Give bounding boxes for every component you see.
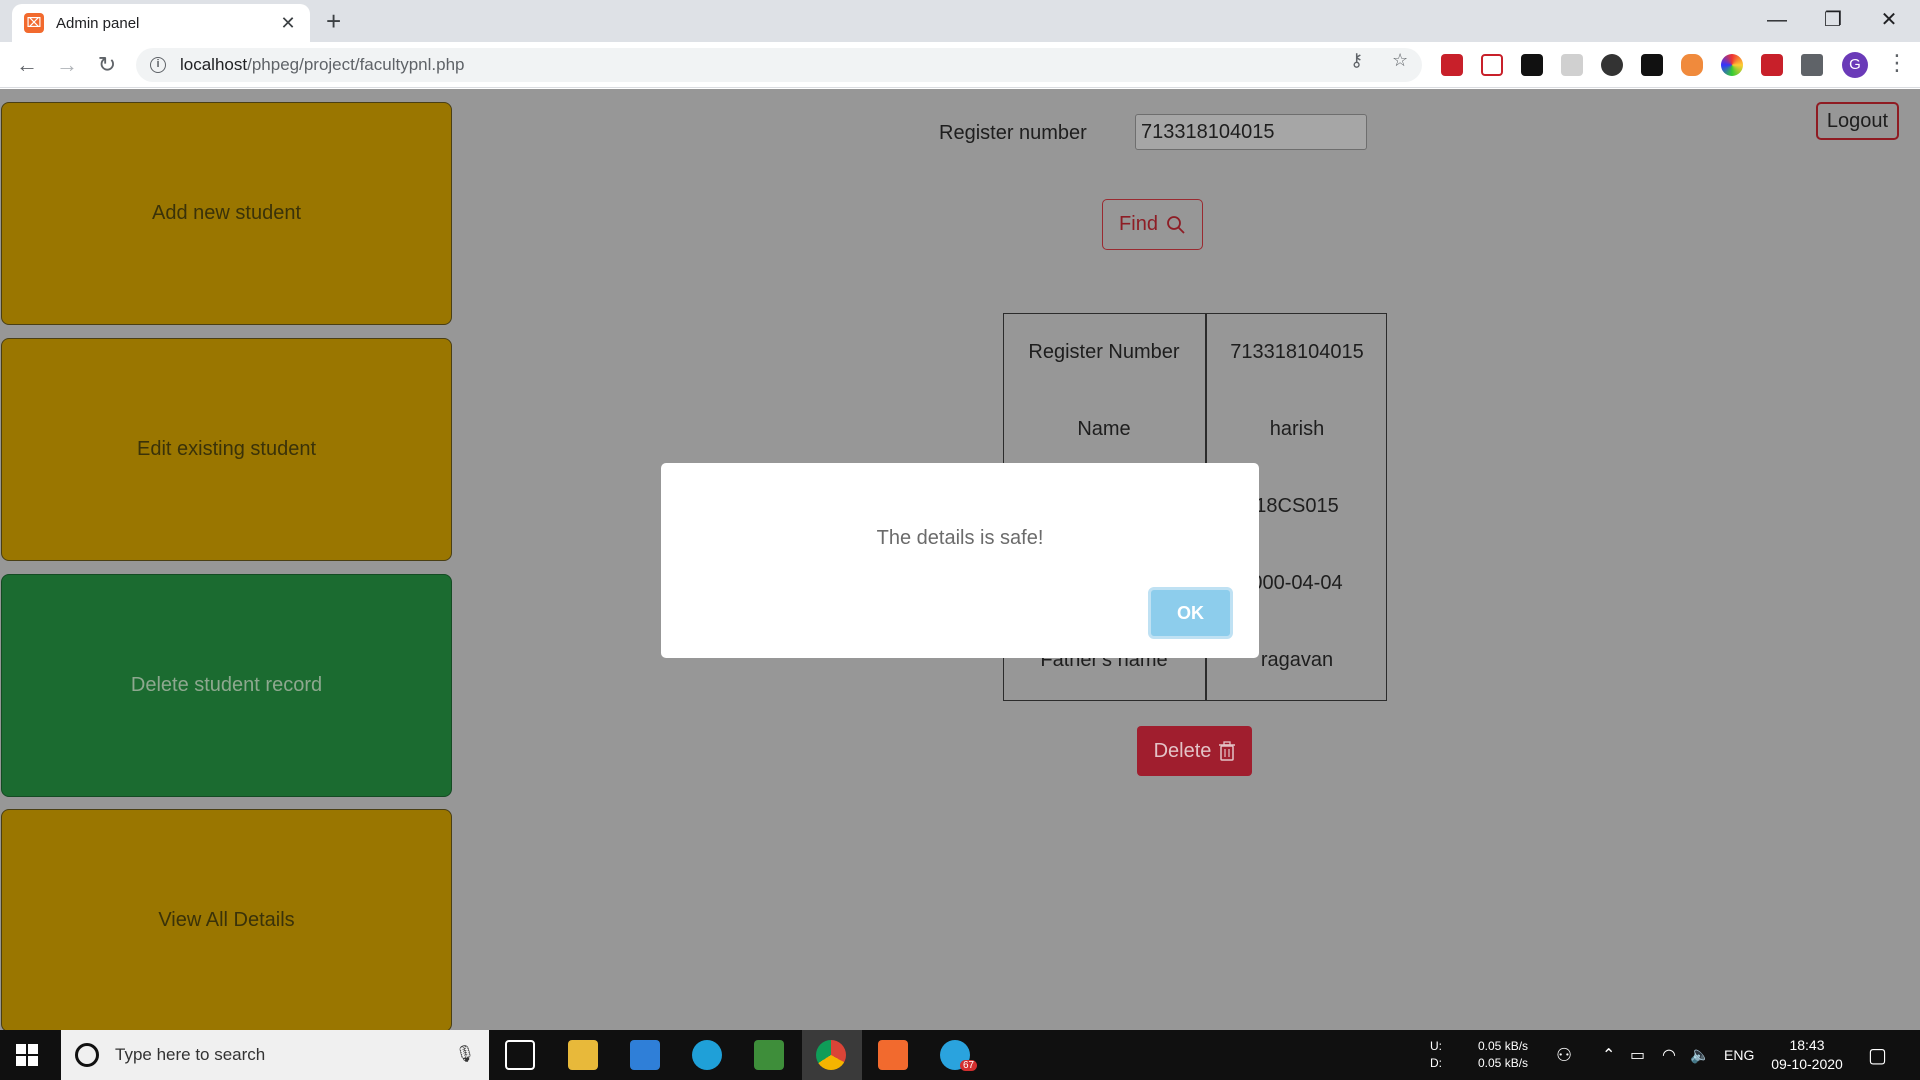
sidebar-item-view-all[interactable]: View All Details <box>1 809 452 1032</box>
sidebar-item-delete-student[interactable]: Delete student record <box>1 574 452 797</box>
extensions-puzzle-icon[interactable] <box>1801 54 1823 76</box>
extension-6-icon[interactable] <box>1641 54 1663 76</box>
net-down-value: 0.05 kB/s <box>1478 1056 1529 1070</box>
close-tab-icon[interactable]: ✕ <box>278 13 298 34</box>
sidebar-item-label: Edit existing student <box>137 438 316 460</box>
wifi-icon[interactable]: ◠ <box>1662 1030 1676 1080</box>
sidebar-item-label: View All Details <box>158 909 295 931</box>
net-down-label: D: <box>1430 1056 1442 1070</box>
microphone-icon[interactable]: 🎙 <box>455 1044 475 1064</box>
back-button[interactable]: ← <box>12 50 42 80</box>
extension-8-icon[interactable] <box>1721 54 1743 76</box>
telegram-badge: 67 <box>960 1060 978 1071</box>
extension-9-icon[interactable] <box>1761 54 1783 76</box>
sidebar-item-label: Add new student <box>152 202 301 224</box>
detail-value: 713318104015 <box>1230 341 1364 363</box>
reload-button[interactable]: ↻ <box>92 50 122 80</box>
alert-dialog: The details is safe! OK <box>661 463 1259 658</box>
taskbar-search[interactable]: Type here to search 🎙 <box>61 1030 489 1080</box>
key-icon[interactable]: ⚷ <box>1350 50 1363 71</box>
xampp-icon[interactable] <box>878 1040 908 1070</box>
network-speed-labels: U: D: <box>1430 1038 1442 1072</box>
clock-date: 09-10-2020 <box>1771 1056 1843 1072</box>
url-text: localhost/phpeg/project/facultypnl.php <box>180 55 464 75</box>
site-info-icon[interactable]: i <box>150 57 166 73</box>
detail-value: harish <box>1269 418 1325 440</box>
bookmark-star-icon[interactable]: ☆ <box>1392 50 1408 71</box>
new-tab-button[interactable]: + <box>326 6 341 37</box>
browser-tabbar: ⌧ Admin panel ✕ + — ❐ ✕ <box>0 0 1920 42</box>
profile-avatar[interactable]: G <box>1842 52 1868 78</box>
people-icon[interactable]: ⚇ <box>1556 1030 1572 1080</box>
net-up-label: U: <box>1430 1039 1442 1053</box>
browser-toolbar: ← → ↻ i localhost/phpeg/project/facultyp… <box>0 42 1920 88</box>
sidebar-item-add-student[interactable]: Add new student <box>1 102 452 325</box>
close-window-button[interactable]: ✕ <box>1861 4 1917 36</box>
trash-icon <box>1219 741 1236 761</box>
address-bar[interactable]: i localhost/phpeg/project/facultypnl.php <box>136 48 1422 82</box>
task-view-icon[interactable] <box>505 1040 535 1070</box>
cortana-icon <box>75 1043 99 1067</box>
file-explorer-icon[interactable] <box>568 1040 598 1070</box>
admin-page: Add new student Edit existing student De… <box>0 89 1920 1032</box>
extension-2-icon[interactable] <box>1481 54 1503 76</box>
delete-button-label: Delete <box>1153 739 1212 762</box>
clock-time: 18:43 <box>1789 1037 1825 1053</box>
ok-button[interactable]: OK <box>1148 587 1233 639</box>
notification-icon[interactable]: ▢ <box>1868 1030 1887 1080</box>
windows-start-icon[interactable] <box>16 1044 38 1066</box>
minimize-button[interactable]: — <box>1749 4 1805 36</box>
extension-5-icon[interactable] <box>1601 54 1623 76</box>
battery-icon[interactable]: ▭ <box>1630 1030 1645 1080</box>
url-host: localhost <box>180 55 248 74</box>
register-number-input[interactable] <box>1135 114 1367 150</box>
system-clock[interactable]: 18:43 09-10-2020 <box>1762 1036 1852 1074</box>
sidebar-item-label: Delete student record <box>130 674 323 696</box>
taskbar-search-placeholder: Type here to search <box>115 1045 266 1064</box>
network-speed-values: 0.05 kB/s 0.05 kB/s <box>1478 1038 1528 1072</box>
tab-title: Admin panel <box>56 14 140 32</box>
volume-icon[interactable]: 🔈 <box>1690 1030 1710 1080</box>
browser-menu-icon[interactable]: ⋮ <box>1886 50 1908 76</box>
search-icon <box>1167 215 1185 234</box>
notepad-app-icon[interactable] <box>754 1040 784 1070</box>
detail-label: Register Number <box>1028 341 1180 363</box>
edge-icon[interactable] <box>692 1040 722 1070</box>
extension-3-icon[interactable] <box>1521 54 1543 76</box>
alert-message: The details is safe! <box>876 527 1044 549</box>
language-indicator[interactable]: ENG <box>1724 1030 1754 1080</box>
restore-button[interactable]: ❐ <box>1805 4 1861 36</box>
chrome-icon[interactable] <box>816 1040 846 1070</box>
sidebar-item-edit-student[interactable]: Edit existing student <box>1 338 452 561</box>
extension-7-icon[interactable] <box>1681 54 1703 76</box>
windows-taskbar: Type here to search 🎙 67 U: D: 0.05 kB/s… <box>0 1030 1920 1080</box>
net-up-value: 0.05 kB/s <box>1478 1039 1529 1053</box>
delete-button[interactable]: Delete <box>1137 726 1252 776</box>
xampp-favicon-icon: ⌧ <box>24 13 44 33</box>
url-path: /phpeg/project/facultypnl.php <box>247 55 465 74</box>
microsoft-store-icon[interactable] <box>630 1040 660 1070</box>
find-button-label: Find <box>1119 213 1158 235</box>
forward-button[interactable]: → <box>52 50 82 80</box>
register-number-label: Register number <box>939 122 1087 144</box>
extension-4-icon[interactable] <box>1561 54 1583 76</box>
find-button[interactable]: Find <box>1102 199 1203 250</box>
browser-tab[interactable]: ⌧ Admin panel ✕ <box>12 4 310 42</box>
chevron-up-icon[interactable]: ⌃ <box>1602 1030 1615 1080</box>
detail-label: Name <box>1077 418 1131 440</box>
logout-button[interactable]: Logout <box>1816 102 1899 140</box>
extension-1-icon[interactable] <box>1441 54 1463 76</box>
